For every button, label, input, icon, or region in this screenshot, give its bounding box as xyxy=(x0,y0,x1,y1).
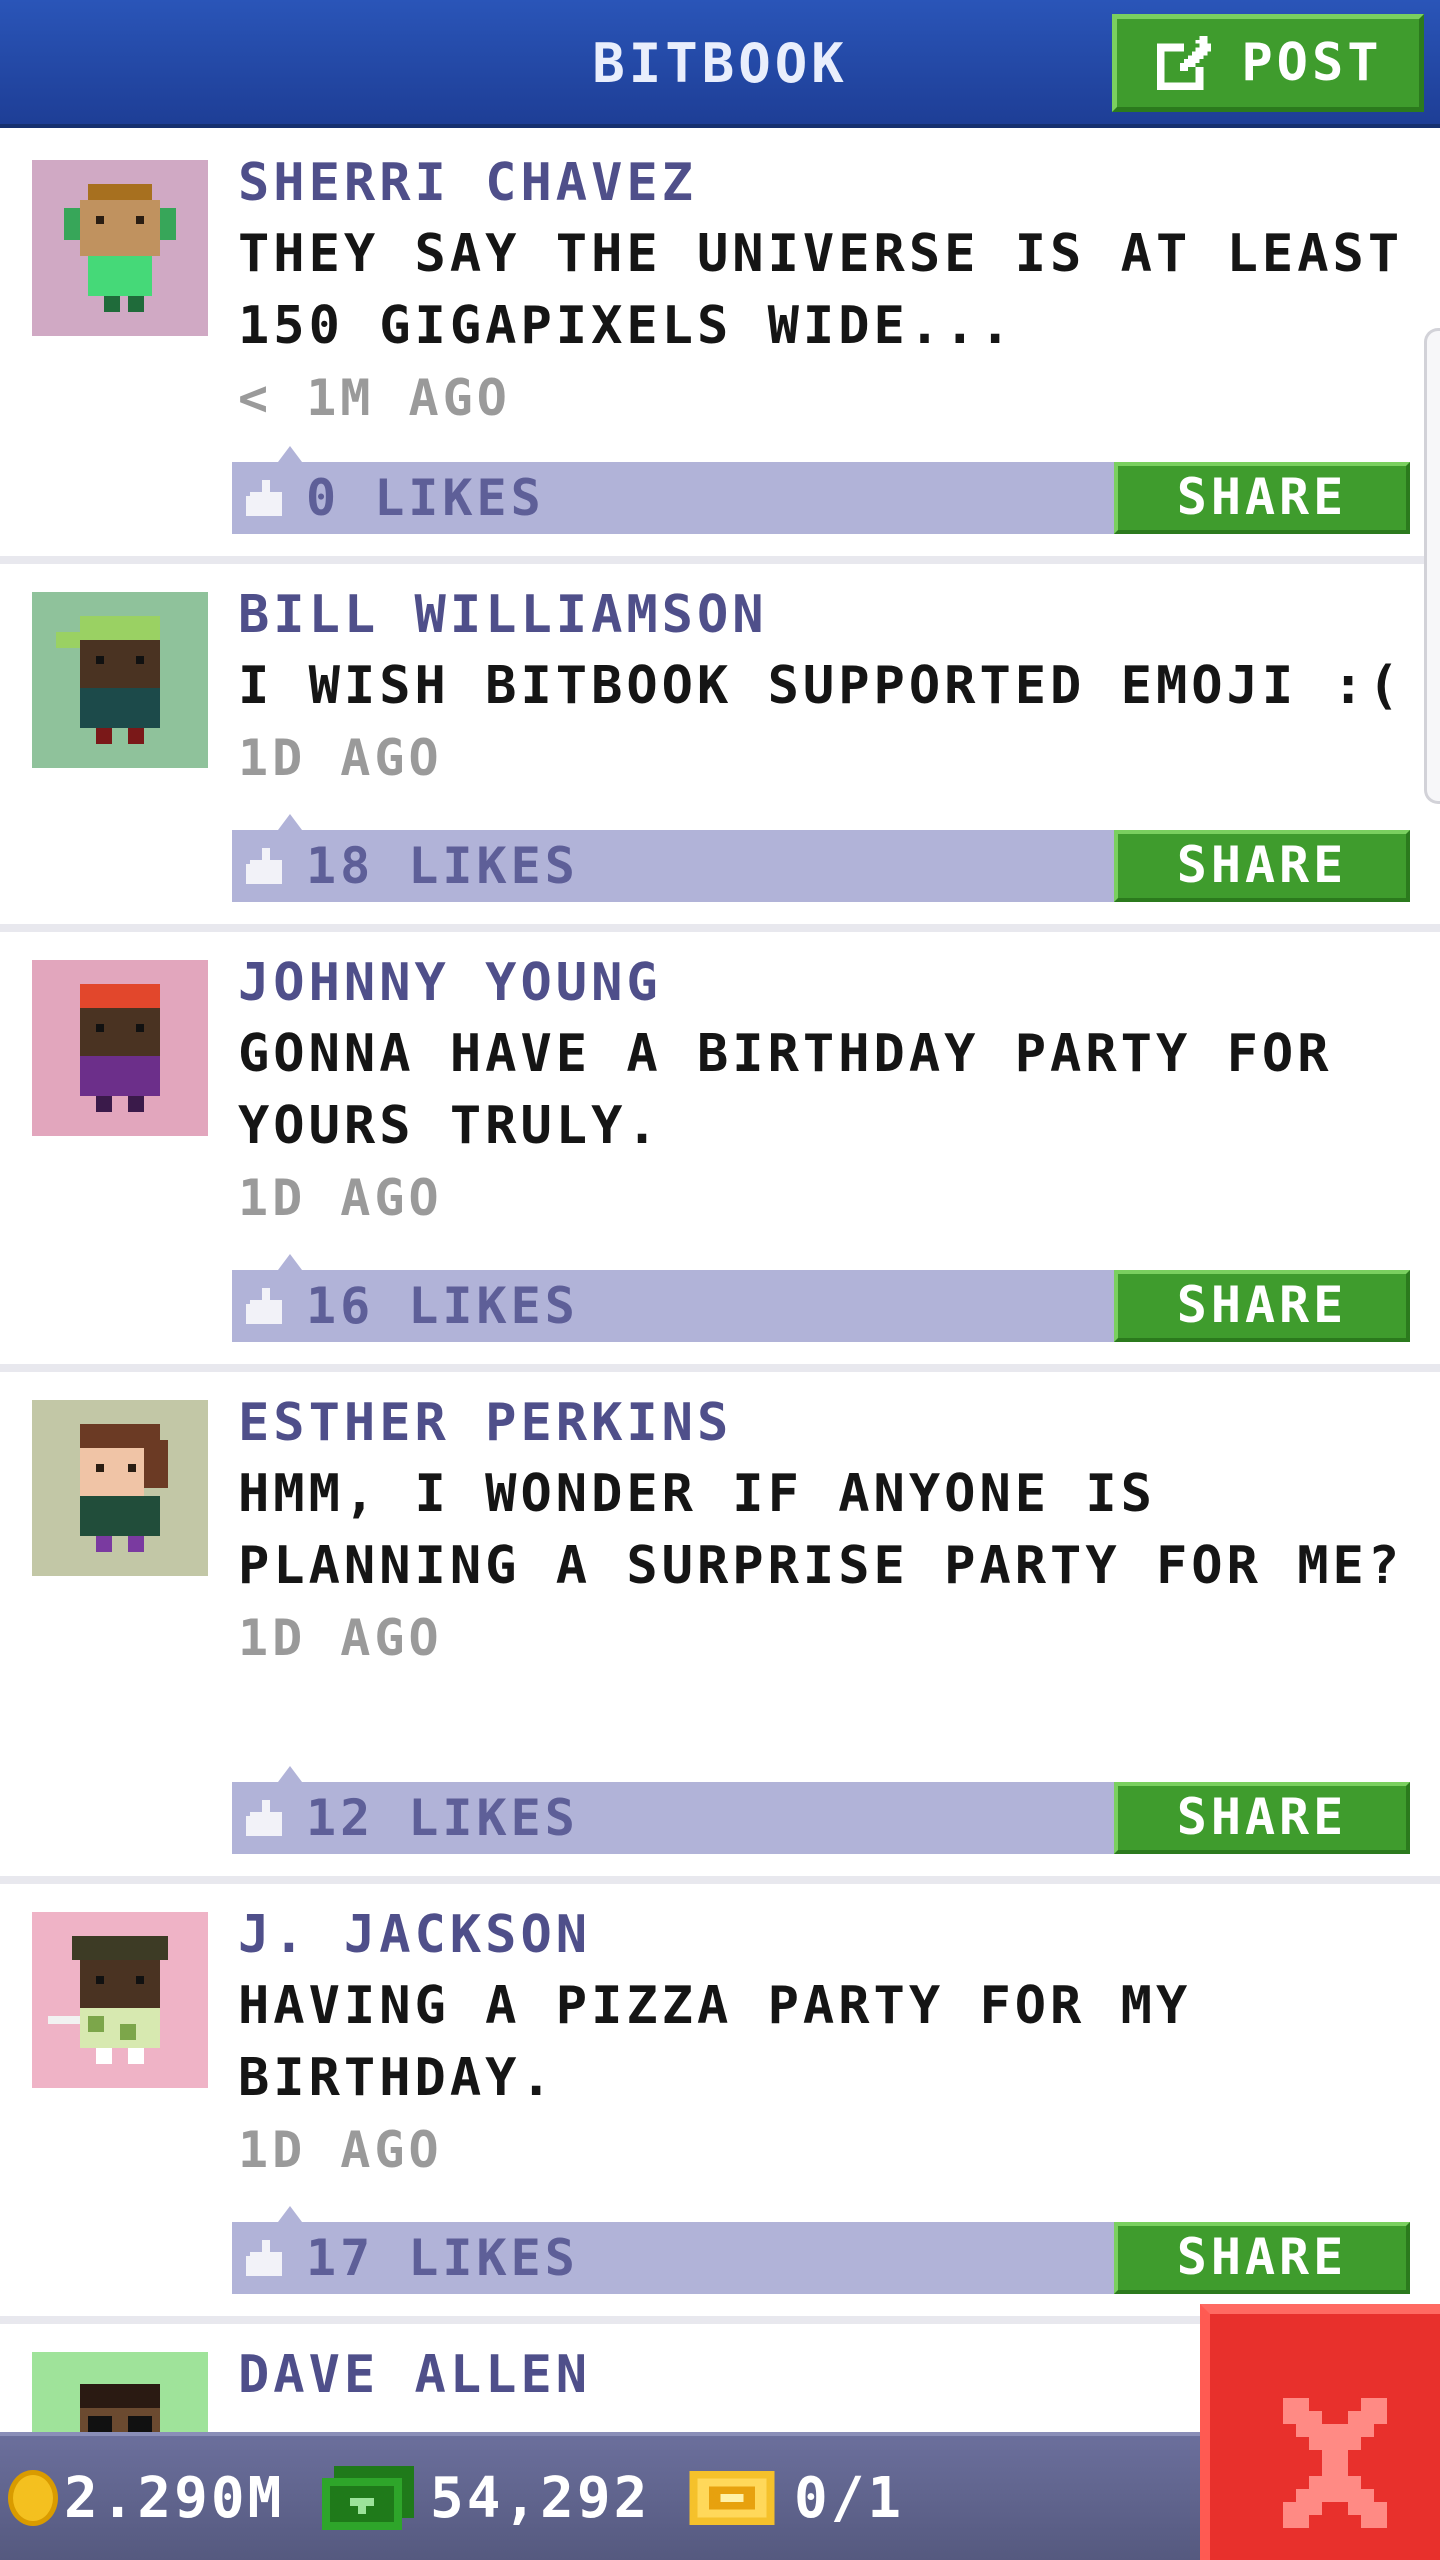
close-button[interactable] xyxy=(1200,2304,1440,2560)
avatar xyxy=(32,1912,208,2088)
post-time: 1D AGO xyxy=(238,2121,443,2179)
post-button-label: POST xyxy=(1241,33,1383,93)
thumbs-up-icon[interactable] xyxy=(246,1288,286,1324)
feed-post: BILL WILLIAMSON I WISH BITBOOK SUPPORTED… xyxy=(0,564,1440,932)
like-bar: 18 LIKES SHARE xyxy=(232,814,1410,902)
post-body: ESTHER PERKINS HMM, I WONDER IF ANYONE I… xyxy=(238,1388,1410,1674)
feed-post: JOHNNY YOUNG GONNA HAVE A BIRTHDAY PARTY… xyxy=(0,932,1440,1372)
share-button[interactable]: SHARE xyxy=(1114,830,1410,902)
likes-count: 0 LIKES xyxy=(306,469,545,527)
coins-stat: 2.290M xyxy=(8,2436,284,2560)
post-body: J. JACKSON HAVING A PIZZA PARTY FOR MY B… xyxy=(238,1900,1410,2186)
post-time: 1D AGO xyxy=(238,729,443,787)
post-body: JOHNNY YOUNG GONNA HAVE A BIRTHDAY PARTY… xyxy=(238,948,1410,1234)
thumbs-up-icon[interactable] xyxy=(246,1800,286,1836)
like-bar: 0 LIKES SHARE xyxy=(232,446,1410,534)
post-message: I WISH BITBOOK SUPPORTED EMOJI :( xyxy=(238,656,1404,716)
likes-count: 12 LIKES xyxy=(306,1789,579,1847)
like-bar: 12 LIKES SHARE xyxy=(232,1766,1410,1854)
post-message: GONNA HAVE A BIRTHDAY PARTY FOR YOURS TR… xyxy=(238,1024,1333,1156)
post-message: THEY SAY THE UNIVERSE IS AT LEAST 150 GI… xyxy=(238,224,1404,356)
likes-count: 18 LIKES xyxy=(306,837,579,895)
share-button[interactable]: SHARE xyxy=(1114,462,1410,534)
like-bar: 16 LIKES SHARE xyxy=(232,1254,1410,1342)
post-body: SHERRI CHAVEZ THEY SAY THE UNIVERSE IS A… xyxy=(238,148,1410,434)
post-time: < 1M AGO xyxy=(238,369,511,427)
bux-stat: 54,292 xyxy=(322,2436,650,2560)
edit-icon xyxy=(1157,35,1212,91)
avatar xyxy=(32,960,208,1136)
like-bar: 17 LIKES SHARE xyxy=(232,2206,1410,2294)
bux-icon xyxy=(322,2466,414,2530)
bux-value: 54,292 xyxy=(430,2465,651,2531)
coins-value: 2.290M xyxy=(64,2465,285,2531)
thumbs-up-icon[interactable] xyxy=(246,480,286,516)
author-name[interactable]: SHERRI CHAVEZ xyxy=(238,148,1410,218)
author-name[interactable]: J. JACKSON xyxy=(238,1900,1410,1970)
author-name[interactable]: ESTHER PERKINS xyxy=(238,1388,1410,1458)
post-time: 1D AGO xyxy=(238,1169,443,1227)
feed: SHERRI CHAVEZ THEY SAY THE UNIVERSE IS A… xyxy=(0,132,1440,2528)
post-time: 1D AGO xyxy=(238,1609,443,1667)
ticket-icon xyxy=(689,2471,775,2525)
thumbs-up-icon[interactable] xyxy=(246,848,286,884)
post-button[interactable]: POST xyxy=(1112,14,1424,112)
post-body: BILL WILLIAMSON I WISH BITBOOK SUPPORTED… xyxy=(238,580,1410,794)
post-message: HMM, I WONDER IF ANYONE IS PLANNING A SU… xyxy=(238,1464,1404,1596)
avatar xyxy=(32,1400,208,1576)
coin-icon xyxy=(8,2470,58,2526)
author-name[interactable]: BILL WILLIAMSON xyxy=(238,580,1410,650)
feed-post: J. JACKSON HAVING A PIZZA PARTY FOR MY B… xyxy=(0,1884,1440,2324)
likes-count: 16 LIKES xyxy=(306,1277,579,1335)
avatar xyxy=(32,592,208,768)
app-header: BITBOOK POST xyxy=(0,0,1440,128)
tickets-stat: 0/1 xyxy=(688,2436,904,2560)
tickets-value: 0/1 xyxy=(794,2465,905,2531)
share-button[interactable]: SHARE xyxy=(1114,1270,1410,1342)
close-icon xyxy=(1283,2398,1387,2528)
feed-post: SHERRI CHAVEZ THEY SAY THE UNIVERSE IS A… xyxy=(0,132,1440,564)
avatar xyxy=(32,160,208,336)
author-name[interactable]: JOHNNY YOUNG xyxy=(238,948,1410,1018)
share-button[interactable]: SHARE xyxy=(1114,1782,1410,1854)
scroll-indicator[interactable] xyxy=(1424,328,1440,804)
likes-count: 17 LIKES xyxy=(306,2229,579,2287)
feed-post: ESTHER PERKINS HMM, I WONDER IF ANYONE I… xyxy=(0,1372,1440,1884)
share-button[interactable]: SHARE xyxy=(1114,2222,1410,2294)
thumbs-up-icon[interactable] xyxy=(246,2240,286,2276)
post-message: HAVING A PIZZA PARTY FOR MY BIRTHDAY. xyxy=(238,1976,1192,2108)
